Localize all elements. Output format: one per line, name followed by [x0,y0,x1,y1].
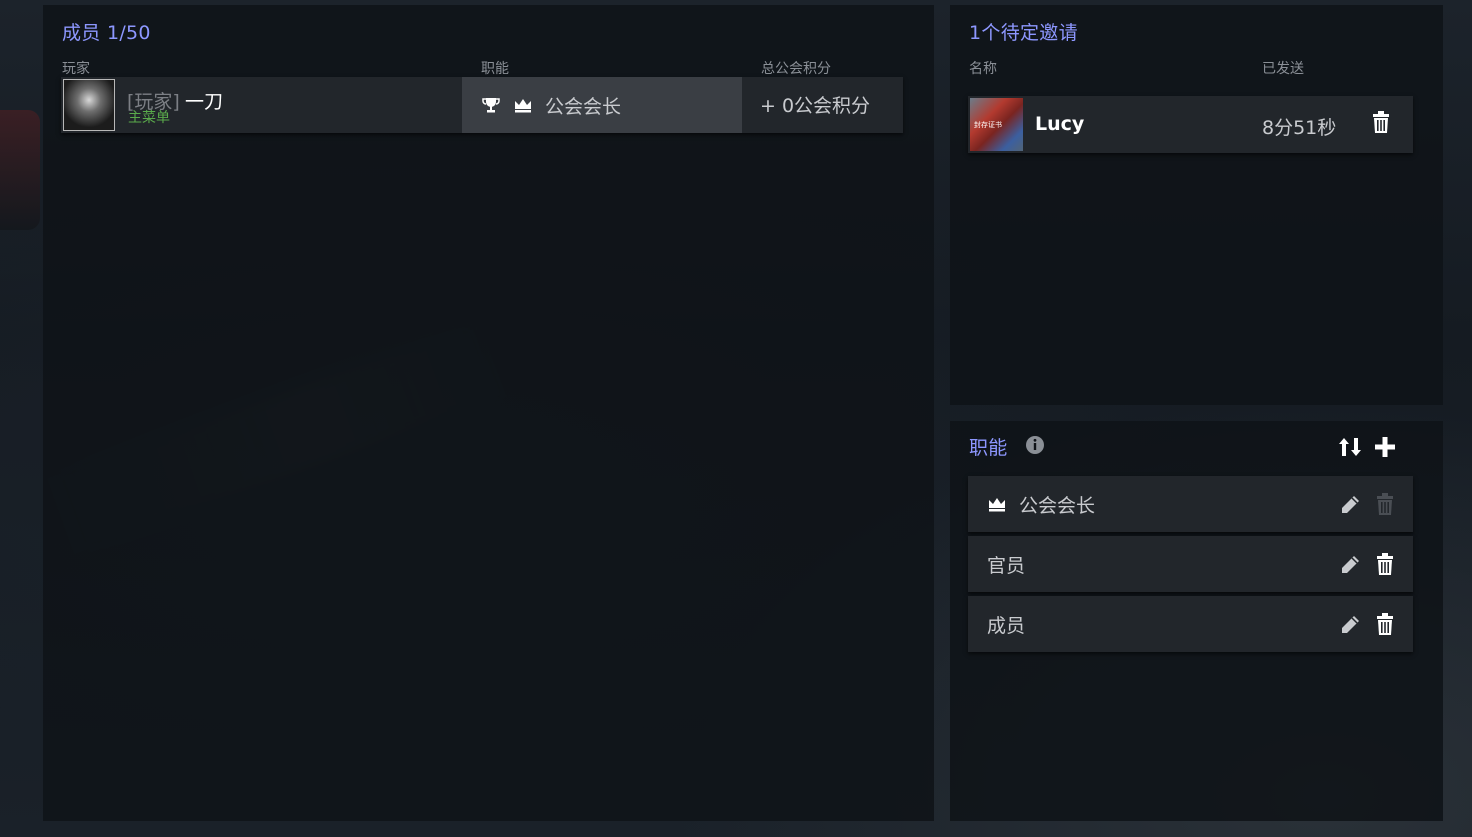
trash-icon-disabled [1376,493,1394,519]
crown-icon [514,98,532,117]
invite-name: Lucy [1035,113,1085,135]
invites-title: 1个待定邀请 [969,22,1078,44]
edit-icon[interactable] [1339,494,1361,520]
column-header-role: 职能 [481,61,509,77]
members-panel: 成员 1/50 玩家 职能 总公会积分 [玩家] 一刀 主菜单 公会会长 + 0… [43,5,934,821]
column-header-name: 名称 [969,61,997,77]
role-row-leader[interactable]: 公会会长 [968,476,1413,532]
invite-avatar-text: 封存证书 [974,121,1002,129]
invite-sent-time: 8分51秒 [1262,117,1337,139]
role-label: 成员 [987,615,1026,637]
trash-icon[interactable] [1372,111,1390,137]
role-label: 官员 [987,555,1026,577]
edit-icon[interactable] [1339,554,1361,580]
member-status: 主菜单 [128,110,170,126]
invite-row[interactable]: 封存证书 Lucy 8分51秒 [968,96,1413,153]
invites-panel: 1个待定邀请 名称 已发送 封存证书 Lucy 8分51秒 [950,5,1443,405]
member-role: 公会会长 [545,96,622,118]
trash-icon[interactable] [1376,613,1394,639]
add-icon[interactable] [1375,437,1395,461]
member-points: + 0公会积分 [760,95,871,117]
member-role-cell[interactable]: 公会会长 [462,77,742,133]
role-row-member[interactable]: 成员 [968,596,1413,652]
role-row-officer[interactable]: 官员 [968,536,1413,592]
member-name: 一刀 [185,91,224,113]
edit-icon[interactable] [1339,614,1361,640]
column-header-points: 总公会积分 [761,61,831,77]
invite-avatar: 封存证书 [970,98,1023,151]
crown-icon [988,497,1006,516]
info-icon[interactable] [1025,435,1045,459]
members-title: 成员 1/50 [62,22,151,44]
column-header-player: 玩家 [62,61,90,77]
member-row[interactable]: [玩家] 一刀 主菜单 公会会长 + 0公会积分 [61,77,903,133]
role-label: 公会会长 [1019,495,1096,517]
background-shape [0,110,40,230]
roles-panel: 职能 公会会长 官员 成员 [950,421,1443,821]
member-avatar [63,79,115,131]
column-header-sent: 已发送 [1262,61,1304,77]
trophy-icon [482,96,500,118]
roles-title: 职能 [969,437,1008,459]
sort-icon[interactable] [1338,437,1362,461]
trash-icon[interactable] [1376,553,1394,579]
